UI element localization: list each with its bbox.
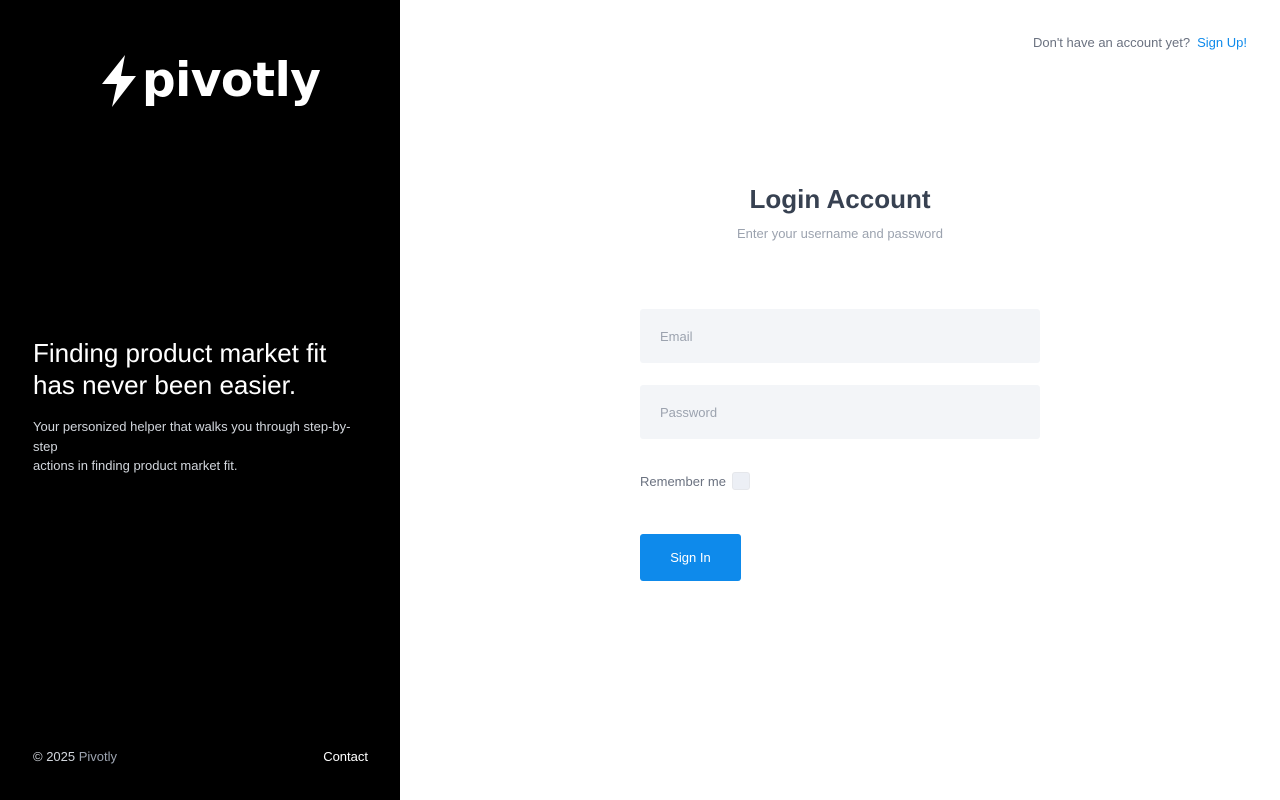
login-panel: Don't have an account yet? Sign Up! Logi… xyxy=(400,0,1280,800)
hero-title: Finding product market fit has never bee… xyxy=(33,338,327,400)
copyright-brand: Pivotly xyxy=(78,749,118,764)
remember-me: Remember me xyxy=(640,472,750,490)
lightning-bolt-icon xyxy=(102,55,136,107)
signup-link[interactable]: Sign Up! xyxy=(1197,35,1247,50)
hero: Finding product market fit has never bee… xyxy=(33,337,363,476)
logo-text: pivotly xyxy=(142,53,321,108)
remember-me-checkbox[interactable] xyxy=(731,472,750,490)
remember-me-label: Remember me xyxy=(640,473,726,489)
password-field[interactable] xyxy=(640,385,1040,439)
copyright: © 2025 Pivotly xyxy=(33,749,117,764)
signup-prompt-text: Don't have an account yet? xyxy=(1032,35,1191,50)
copyright-year: © 2025 xyxy=(33,749,76,764)
logo[interactable]: pivotly xyxy=(100,53,321,109)
hero-subtitle: Your personized helper that walks you th… xyxy=(33,419,351,473)
page-subtitle: Enter your username and password xyxy=(737,226,943,241)
signup-prompt: Don't have an account yet? Sign Up! xyxy=(1033,35,1247,50)
sidebar: pivotly Finding product market fit has n… xyxy=(0,0,400,800)
page-title: Login Account xyxy=(749,184,931,214)
contact-link[interactable]: Contact xyxy=(323,749,368,764)
sign-in-button[interactable]: Sign In xyxy=(640,534,741,581)
email-field[interactable] xyxy=(640,309,1040,363)
